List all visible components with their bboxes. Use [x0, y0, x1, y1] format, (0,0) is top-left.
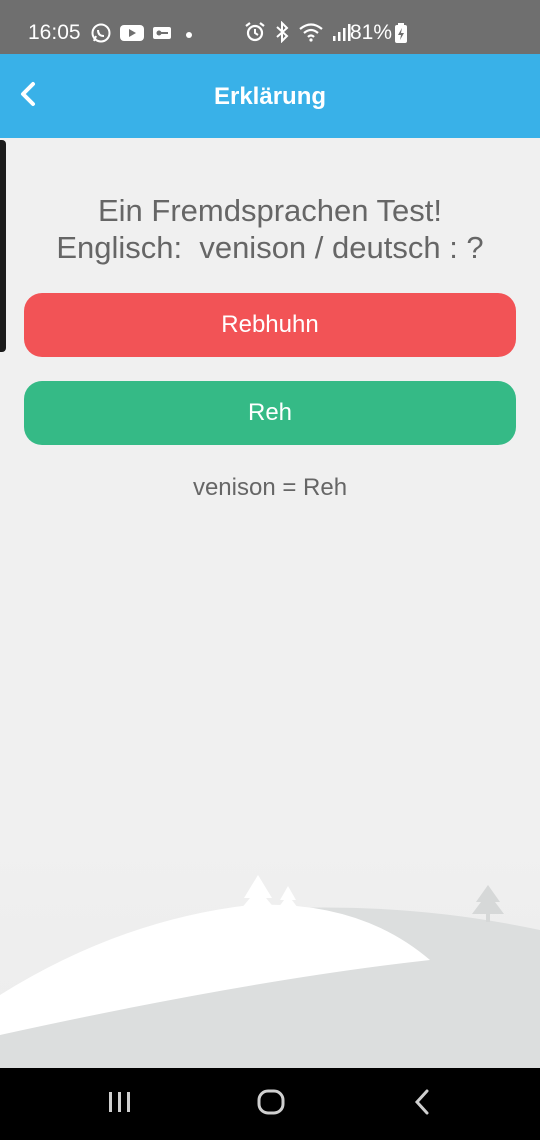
- wifi-icon: [298, 21, 324, 48]
- whatsapp-icon: [90, 22, 112, 49]
- home-icon: [256, 1088, 286, 1121]
- status-bar: 16:05 81%: [0, 0, 540, 54]
- answer-label: Rebhuhn: [221, 311, 319, 338]
- bluetooth-icon: [274, 20, 290, 48]
- question-line-1: Ein Fremdsprachen Test!: [97, 193, 443, 228]
- battery-percent: 81%: [350, 21, 393, 44]
- recents-button[interactable]: [98, 1088, 142, 1120]
- recents-icon: [106, 1090, 134, 1119]
- status-system-icons: [244, 20, 352, 48]
- question-text: Ein Fremdsprachen Test! Englisch: veniso…: [0, 192, 540, 266]
- vpn-key-icon: [152, 24, 174, 47]
- question-line-2: Englisch: venison / deutsch : ?: [56, 230, 484, 265]
- status-notification-icons: [90, 22, 196, 49]
- battery-charging-icon: [394, 22, 408, 49]
- alarm-icon: [244, 21, 266, 48]
- signal-icon: [332, 21, 352, 48]
- answer-label: Reh: [247, 399, 293, 426]
- youtube-icon: [120, 24, 144, 47]
- dot-icon: [182, 24, 196, 47]
- landscape-illustration: [0, 830, 540, 1068]
- explanation-text: venison = Reh: [192, 474, 348, 501]
- answer-button-correct[interactable]: Reh: [24, 381, 516, 445]
- app-bar: Erklärung: [0, 54, 540, 138]
- system-nav-bar: [0, 1068, 540, 1140]
- status-time: 16:05: [28, 21, 81, 44]
- home-button[interactable]: [249, 1088, 293, 1120]
- back-icon: [411, 1088, 433, 1121]
- system-back-button[interactable]: [400, 1088, 444, 1120]
- answer-button-wrong[interactable]: Rebhuhn: [24, 293, 516, 357]
- page-title: Erklärung: [213, 83, 327, 110]
